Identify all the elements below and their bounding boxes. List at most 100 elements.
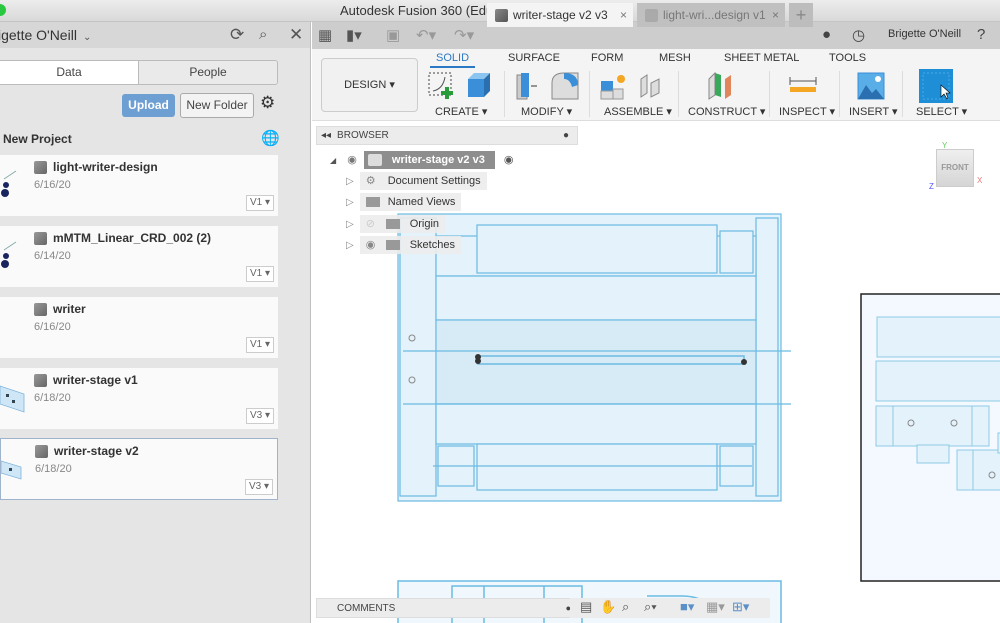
job-status-icon[interactable]: ◷ bbox=[852, 26, 865, 44]
file-thumbnail bbox=[1, 241, 17, 268]
version-dropdown[interactable]: V1 ▾ bbox=[245, 195, 274, 211]
expand-icon[interactable]: ▷ bbox=[346, 197, 354, 208]
window-zoom-button[interactable] bbox=[0, 4, 6, 16]
fillet-icon[interactable] bbox=[550, 71, 580, 101]
close-tab-icon[interactable]: × bbox=[620, 3, 627, 27]
browser-item[interactable]: ▷ ⚙ Document Settings bbox=[346, 172, 487, 190]
create-menu[interactable]: CREATE ▾ bbox=[435, 105, 487, 118]
help-icon[interactable]: ? bbox=[977, 26, 985, 43]
root-component[interactable]: writer-stage v2 v3 bbox=[363, 151, 495, 169]
inspect-menu[interactable]: INSPECT ▾ bbox=[779, 105, 835, 118]
zoom-icon[interactable]: ⌕ bbox=[622, 599, 629, 615]
pin-icon[interactable]: ● bbox=[563, 127, 569, 145]
tab-tools[interactable]: TOOLS bbox=[829, 52, 866, 64]
search-icon[interactable]: ⌕ bbox=[259, 26, 267, 43]
file-date: 6/14/20 bbox=[34, 250, 71, 262]
close-tab-icon[interactable]: × bbox=[772, 3, 779, 27]
navigation-bar: ▤ ✋ ⌕ ⌕▾ ■▾ ▦▾ ⊞▾ bbox=[570, 598, 770, 618]
construct-menu[interactable]: CONSTRUCT ▾ bbox=[688, 105, 765, 118]
expand-icon[interactable]: ▷ bbox=[346, 240, 354, 251]
modify-menu[interactable]: MODIFY ▾ bbox=[521, 105, 572, 118]
viewcube[interactable]: FRONT bbox=[936, 149, 974, 187]
globe-icon[interactable]: 🌐 bbox=[261, 129, 280, 147]
assemble-menu[interactable]: ASSEMBLE ▾ bbox=[604, 105, 672, 118]
select-icon[interactable] bbox=[919, 69, 953, 103]
account-user[interactable]: Brigette O'Neill bbox=[888, 28, 961, 40]
app-grid-icon[interactable]: ▦ bbox=[318, 26, 332, 44]
file-card[interactable]: mMTM_Linear_CRD_002 (2) 6/14/20 V1 ▾ bbox=[0, 226, 278, 287]
refresh-icon[interactable]: ⟳ bbox=[230, 25, 244, 45]
select-menu[interactable]: SELECT ▾ bbox=[916, 105, 967, 118]
press-pull-icon[interactable] bbox=[513, 71, 543, 101]
hidden-eye-icon[interactable]: ⊘ bbox=[366, 215, 375, 233]
visibility-eye-icon[interactable]: ◉ bbox=[366, 236, 376, 254]
file-thumbnail bbox=[0, 385, 25, 413]
tab-sheet-metal[interactable]: SHEET METAL bbox=[724, 52, 799, 64]
browser-item[interactable]: ▷ ◉ Sketches bbox=[346, 236, 461, 254]
comments-panel[interactable]: COMMENTS ● bbox=[316, 598, 578, 618]
extensions-icon[interactable]: ● bbox=[822, 26, 831, 43]
collapse-icon[interactable]: ◂◂ bbox=[321, 130, 331, 141]
browser-item[interactable]: ▷ ⊘ Origin bbox=[346, 215, 446, 233]
tab-data[interactable]: Data bbox=[0, 61, 138, 84]
fit-zoom-icon[interactable]: ⌕▾ bbox=[644, 599, 657, 615]
extrude-icon[interactable] bbox=[464, 71, 494, 101]
design-file-icon bbox=[34, 303, 47, 316]
joint-icon[interactable] bbox=[635, 71, 665, 101]
gear-icon: ⚙ bbox=[365, 175, 376, 187]
tab-form[interactable]: FORM bbox=[591, 52, 623, 64]
doc-tab-active[interactable]: writer-stage v2 v3 × bbox=[487, 3, 633, 27]
visibility-eye-icon[interactable]: ◉ bbox=[347, 154, 357, 166]
tab-surface[interactable]: SURFACE bbox=[508, 52, 560, 64]
tab-mesh[interactable]: MESH bbox=[659, 52, 691, 64]
file-menu-icon[interactable]: ▮▾ bbox=[346, 26, 362, 44]
doc-tab[interactable]: light-wri...design v1 × bbox=[637, 3, 785, 27]
new-tab-button[interactable]: + bbox=[789, 3, 813, 27]
user-menu[interactable]: igette O'Neill ⌄ bbox=[0, 27, 91, 43]
create-sketch-icon[interactable] bbox=[427, 71, 457, 101]
new-folder-button[interactable]: New Folder bbox=[180, 93, 254, 118]
redo-icon[interactable]: ↷▾ bbox=[454, 26, 474, 44]
browser-title: BROWSER bbox=[337, 130, 389, 141]
insert-menu[interactable]: INSERT ▾ bbox=[849, 105, 898, 118]
file-card[interactable]: writer 6/16/20 V1 ▾ bbox=[0, 297, 278, 358]
grid-settings-icon[interactable]: ▦▾ bbox=[706, 599, 725, 615]
file-date: 6/16/20 bbox=[34, 179, 71, 191]
file-card[interactable]: light-writer-design 6/16/20 V1 ▾ bbox=[0, 155, 278, 216]
orbit-icon[interactable]: ▤ bbox=[580, 599, 592, 615]
version-dropdown[interactable]: V3 ▾ bbox=[245, 408, 274, 424]
version-dropdown[interactable]: V1 ▾ bbox=[245, 337, 274, 353]
insert-image-icon[interactable] bbox=[856, 71, 886, 101]
upload-button[interactable]: Upload bbox=[122, 94, 175, 117]
file-card[interactable]: writer-stage v1 6/18/20 V3 ▾ bbox=[0, 368, 278, 429]
expand-icon[interactable]: ▷ bbox=[346, 219, 354, 230]
undo-icon[interactable]: ↶▾ bbox=[416, 26, 436, 44]
tab-people[interactable]: People bbox=[138, 61, 277, 84]
tab-solid[interactable]: SOLID bbox=[430, 52, 476, 68]
canvas-viewport[interactable]: FRONT Y Z X ◂◂ BROWSER ● ◢ ◉ writer-stage… bbox=[312, 121, 1000, 623]
pan-hand-icon[interactable]: ✋ bbox=[600, 599, 616, 615]
version-dropdown[interactable]: V1 ▾ bbox=[245, 266, 274, 282]
save-icon[interactable]: ▣ bbox=[386, 26, 400, 44]
close-icon[interactable]: ✕ bbox=[289, 25, 303, 45]
display-settings-icon[interactable]: ■▾ bbox=[680, 599, 694, 615]
sketch-point bbox=[475, 358, 481, 364]
user-name: igette O'Neill bbox=[0, 27, 77, 43]
workspace-switcher[interactable]: DESIGN ▾ bbox=[321, 58, 418, 112]
gear-icon[interactable]: ⚙ bbox=[260, 93, 275, 113]
folder-icon bbox=[385, 219, 400, 229]
version-dropdown[interactable]: V3 ▾ bbox=[244, 479, 273, 495]
browser-root[interactable]: ◢ ◉ writer-stage v2 v3 ◉ bbox=[330, 151, 514, 169]
viewports-icon[interactable]: ⊞▾ bbox=[732, 599, 749, 615]
offset-plane-icon[interactable] bbox=[705, 71, 735, 101]
expand-icon[interactable]: ▷ bbox=[346, 176, 354, 187]
activate-radio-icon[interactable]: ◉ bbox=[504, 154, 514, 166]
browser-item[interactable]: ▷ Named Views bbox=[346, 193, 462, 211]
file-card-selected[interactable]: writer-stage v2 6/18/20 V3 ▾ bbox=[0, 438, 278, 500]
measure-icon[interactable] bbox=[788, 71, 818, 101]
browser-panel-header[interactable]: ◂◂ BROWSER ● bbox=[316, 126, 578, 145]
toolbar-ribbon: DESIGN ▾ SOLID SURFACE FORM MESH SHEET M… bbox=[312, 49, 1000, 121]
new-component-icon[interactable] bbox=[599, 71, 629, 101]
expand-icon[interactable]: ◢ bbox=[330, 156, 336, 165]
label-text: Origin bbox=[409, 218, 440, 230]
